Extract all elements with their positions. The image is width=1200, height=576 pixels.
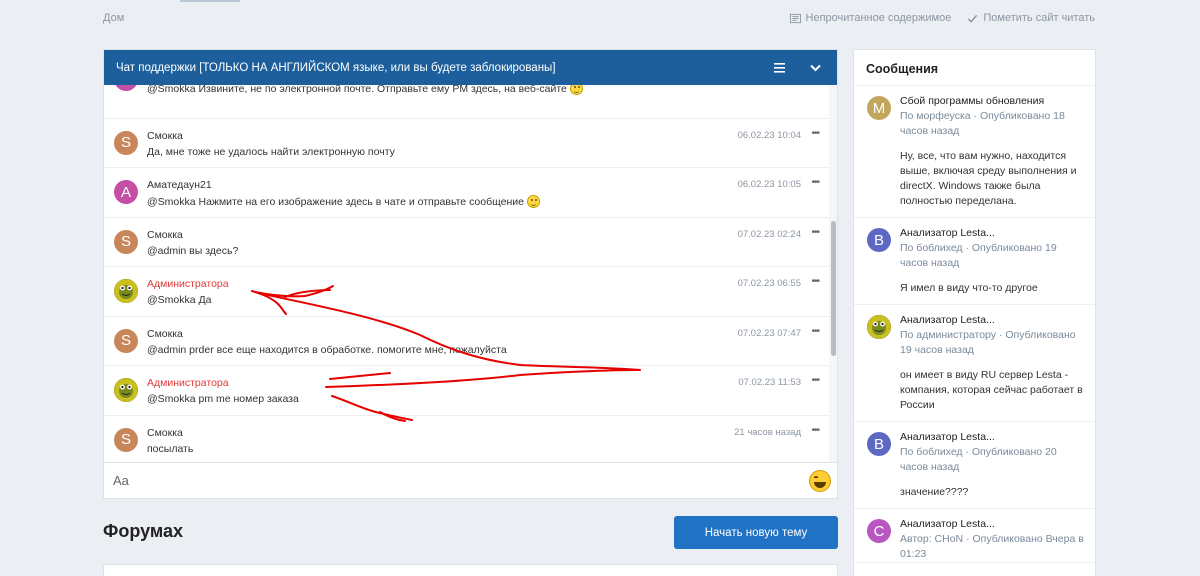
message-options-button[interactable]: ••• <box>811 128 819 139</box>
avatar[interactable]: S <box>114 130 138 155</box>
post-meta: По боблихед · Опубликовано 20 часов наза… <box>900 446 1057 473</box>
list-item[interactable]: C Анализатор Lesta... Автор: CHoN · Опуб… <box>854 509 1095 563</box>
chat-scrollbar[interactable] <box>829 85 837 462</box>
post-title[interactable]: Анализатор Lesta... <box>900 517 1087 532</box>
message-time: 07.02.23 06:55 <box>737 278 801 289</box>
avatar[interactable]: S <box>114 427 138 452</box>
post-snippet: Ну, все, что вам нужно, находится выше, … <box>900 150 1077 207</box>
smile-emoji-icon <box>526 195 540 208</box>
chat-message: A Аматедаун21 @Smokka Нажмите на его изо… <box>104 168 831 218</box>
mark-site-read-link[interactable]: Пометить сайт читать <box>967 12 1095 24</box>
smile-emoji-icon <box>569 85 583 95</box>
message-options-button[interactable]: ••• <box>811 227 819 238</box>
chat-message: Администратора @Smokka Да 07.02.23 06:55… <box>104 267 831 317</box>
start-new-topic-button[interactable]: Начать новую тему <box>674 516 838 549</box>
avatar[interactable]: M <box>867 96 891 120</box>
message-author[interactable]: Смокка <box>147 328 183 340</box>
message-time: 07.02.23 02:24 <box>737 228 801 240</box>
post-snippet: он имеет в виду RU сервер Lesta - компан… <box>900 369 1083 411</box>
message-options-button[interactable]: ••• <box>811 375 819 386</box>
post-title[interactable]: Анализатор Lesta... <box>900 430 1087 445</box>
avatar[interactable]: C <box>867 519 891 543</box>
post-title[interactable]: Сбой программы обновления <box>900 94 1087 109</box>
avatar[interactable]: B <box>867 432 891 456</box>
chat-message: S Смокка Да, мне тоже не удалось найти э… <box>104 119 831 168</box>
message-author[interactable]: Администратора <box>147 377 229 389</box>
message-text: @Smokka Да <box>147 294 212 306</box>
avatar[interactable]: B <box>867 228 891 252</box>
chat-header: Чат поддержки [ТОЛЬКО НА АНГЛИЙСКОМ язык… <box>104 50 837 85</box>
chat-title: Чат поддержки [ТОЛЬКО НА АНГЛИЙСКОМ язык… <box>116 61 556 74</box>
message-options-button[interactable]: ••• <box>811 326 819 337</box>
list-icon <box>789 13 801 23</box>
message-author[interactable]: Аматедаун21 <box>147 179 212 191</box>
sidebar-title: Сообщения <box>854 50 1095 86</box>
message-options-button[interactable]: ••• <box>811 276 819 287</box>
message-author[interactable]: Администратора <box>147 278 229 290</box>
message-author[interactable]: Смокка <box>147 130 183 142</box>
message-time: 06.02.23 10:05 <box>737 179 801 190</box>
post-title[interactable]: Анализатор Lesta... <box>900 313 1087 328</box>
message-text: посылать <box>147 442 194 455</box>
chat-message: @Smokka Извините, не по электронной почт… <box>104 85 831 119</box>
support-chat: Чат поддержки [ТОЛЬКО НА АНГЛИЙСКОМ язык… <box>103 49 838 499</box>
message-options-button[interactable]: ••• <box>811 425 819 436</box>
recent-posts-sidebar: Сообщения M Сбой программы обновления По… <box>853 49 1096 576</box>
chat-scrollbar-thumb[interactable] <box>831 221 836 356</box>
frog-avatar-icon[interactable] <box>867 315 891 339</box>
post-snippet: значение???? <box>900 486 969 498</box>
chat-message: S Смокка посылать 21 часов назад ••• <box>104 416 831 463</box>
message-text: @admin prder все еще находится в обработ… <box>147 343 507 356</box>
message-time: 07.02.23 07:47 <box>737 327 801 339</box>
unread-content-link[interactable]: Непрочитанное содержимое <box>789 12 952 24</box>
post-meta: По администратору · Опубликовано 19 часо… <box>900 329 1076 356</box>
unread-content-label: Непрочитанное содержимое <box>805 12 952 24</box>
list-item[interactable]: Анализатор Lesta... По администратору · … <box>854 305 1095 422</box>
hamburger-icon <box>773 62 785 73</box>
post-meta: По боблихед · Опубликовано 19 часов наза… <box>900 242 1057 269</box>
chat-messages[interactable]: @Smokka Извините, не по электронной почт… <box>104 85 837 462</box>
chat-menu-button[interactable] <box>769 58 789 78</box>
chat-collapse-button[interactable] <box>805 58 825 78</box>
mark-site-read-label: Пометить сайт читать <box>983 12 1095 24</box>
top-links: Непрочитанное содержимое Пометить сайт ч… <box>789 12 1095 24</box>
message-text: @Smokka pm me номер заказа <box>147 393 299 405</box>
avatar[interactable]: S <box>114 328 138 353</box>
chat-message: Администратора @Smokka pm me номер заказ… <box>104 366 831 416</box>
check-icon <box>968 14 978 23</box>
list-item[interactable]: M Сбой программы обновления По морфеуска… <box>854 86 1095 218</box>
frog-avatar-icon[interactable] <box>114 378 138 402</box>
message-time: 21 часов назад <box>734 426 801 438</box>
chat-message: S Смокка @admin prder все еще находится … <box>104 317 831 366</box>
message-time: 06.02.23 10:04 <box>737 129 801 141</box>
frog-avatar-icon[interactable] <box>114 279 138 303</box>
message-time: 07.02.23 11:53 <box>738 377 801 388</box>
forums-heading: Форумах <box>103 521 183 541</box>
breadcrumb[interactable]: Дом <box>103 12 124 24</box>
avatar[interactable]: A <box>114 180 138 204</box>
emoji-picker-icon[interactable] <box>809 469 831 492</box>
post-meta: Автор: CHoN · Опубликовано Вчера в 01:23 <box>900 533 1084 560</box>
message-author[interactable]: Смокка <box>147 427 183 439</box>
list-item[interactable]: B Анализатор Lesta... По боблихед · Опуб… <box>854 422 1095 509</box>
message-text: Да, мне тоже не удалось найти электронну… <box>147 145 395 158</box>
message-options-button[interactable]: ••• <box>811 177 819 188</box>
avatar[interactable] <box>114 85 138 91</box>
chat-message: S Смокка @admin вы здесь? 07.02.23 02:24… <box>104 218 831 267</box>
chat-message-input[interactable] <box>113 473 809 488</box>
post-title[interactable]: Анализатор Lesta... <box>900 226 1087 241</box>
message-text: @admin вы здесь? <box>147 244 239 257</box>
chevron-down-icon <box>809 64 821 71</box>
forums-panel <box>103 564 838 576</box>
message-author[interactable]: Смокка <box>147 229 183 241</box>
message-text: @Smokka Извините, не по электронной почт… <box>147 85 583 95</box>
list-item[interactable]: B Анализатор Lesta... По боблихед · Опуб… <box>854 218 1095 305</box>
avatar[interactable]: S <box>114 229 138 254</box>
top-bar: Дом Непрочитанное содержимое Пометить са… <box>0 0 1200 38</box>
post-meta: По морфеуска · Опубликовано 18 часов наз… <box>900 110 1065 137</box>
chat-input-bar <box>104 462 837 498</box>
post-snippet: Я имел в виду что-то другое <box>900 282 1038 294</box>
message-text: @Smokka Нажмите на его изображение здесь… <box>147 195 540 208</box>
